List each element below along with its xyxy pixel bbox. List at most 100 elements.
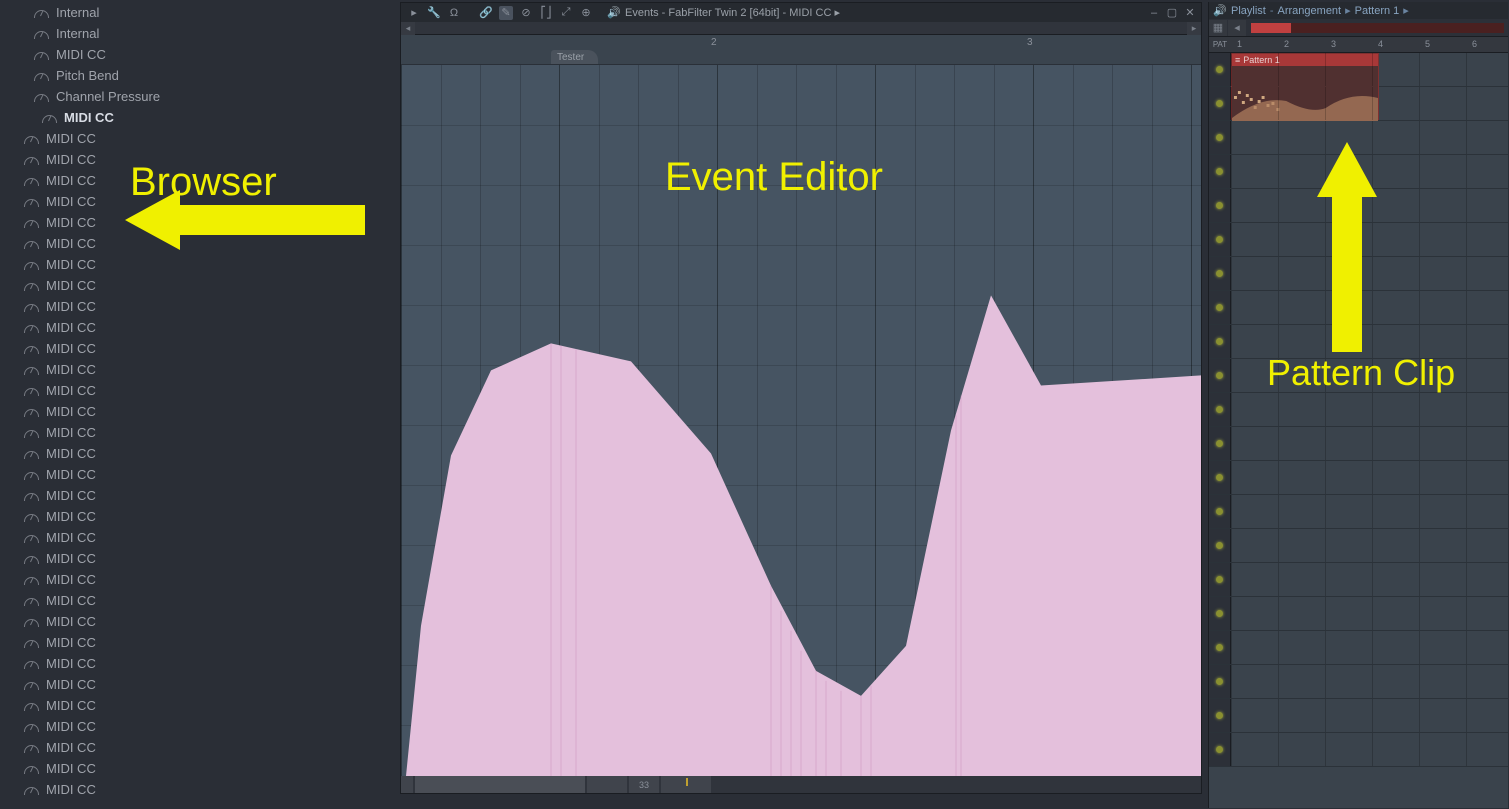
grid-icon[interactable]: ▦ (1209, 20, 1227, 36)
track-mute-button[interactable] (1209, 427, 1231, 460)
playlist-track-row[interactable] (1209, 87, 1508, 121)
browser-item[interactable]: MIDI CC (24, 485, 390, 506)
zoom-fit-icon[interactable]: ⤢ (559, 6, 573, 20)
browser-item[interactable]: MIDI CC (24, 779, 390, 800)
playlist-track-row[interactable] (1209, 223, 1508, 257)
back-icon[interactable]: ◂ (1228, 20, 1246, 36)
track-mute-button[interactable] (1209, 699, 1231, 732)
playlist-track-row[interactable] (1209, 325, 1508, 359)
browser-item[interactable]: Internal (24, 2, 390, 23)
playlist-ruler[interactable]: PAT 1 2 3 4 5 6 (1209, 37, 1508, 53)
track-mute-button[interactable] (1209, 189, 1231, 222)
track-mute-button[interactable] (1209, 223, 1231, 256)
browser-item[interactable]: MIDI CC (24, 233, 390, 254)
playlist-track-row[interactable] (1209, 733, 1508, 767)
playlist-titlebar[interactable]: 🔊 Playlist- Arrangement▸ Pattern 1▸ (1209, 2, 1508, 19)
playlist-tracks[interactable]: ≡Pattern 1 (1209, 53, 1508, 808)
playlist-track-row[interactable] (1209, 121, 1508, 155)
playlist-track-row[interactable] (1209, 155, 1508, 189)
browser-item[interactable]: MIDI CC (24, 191, 390, 212)
browser-item[interactable]: MIDI CC (24, 212, 390, 233)
browser-item[interactable]: MIDI CC (24, 674, 390, 695)
playlist-track-row[interactable] (1209, 529, 1508, 563)
playlist-track-row[interactable] (1209, 189, 1508, 223)
link-icon[interactable]: 🔗 (479, 6, 493, 20)
playlist-track-row[interactable] (1209, 257, 1508, 291)
event-editor-titlebar[interactable]: ▸ 🔧 Ω 🔗 ✎ ⊘ ⎡⎦ ⤢ ⊕ 🔊 Events - FabFilter … (401, 3, 1201, 22)
browser-item[interactable]: MIDI CC (24, 380, 390, 401)
event-hscrollbar[interactable]: ◂ ▸ (401, 22, 1201, 35)
maximize-icon[interactable]: ▢ (1165, 6, 1179, 20)
playlist-track-row[interactable] (1209, 699, 1508, 733)
browser-item[interactable]: MIDI CC (24, 359, 390, 380)
browser-item[interactable]: Internal (24, 23, 390, 44)
browser-item[interactable]: MIDI CC (24, 128, 390, 149)
playlist-track-row[interactable] (1209, 53, 1508, 87)
playlist-track-row[interactable] (1209, 563, 1508, 597)
browser-item[interactable]: MIDI CC (24, 338, 390, 359)
browser-item[interactable]: MIDI CC (24, 506, 390, 527)
wrench-icon[interactable]: 🔧 (427, 6, 441, 20)
minimize-icon[interactable]: – (1147, 6, 1161, 20)
select-icon[interactable]: ⎡⎦ (539, 6, 553, 20)
playlist-minimap[interactable] (1251, 23, 1504, 33)
bpm-display[interactable]: 33 (629, 776, 659, 793)
scroll-right-icon[interactable]: ▸ (1187, 22, 1201, 35)
track-mute-button[interactable] (1209, 155, 1231, 188)
track-mute-button[interactable] (1209, 87, 1231, 120)
playlist-track-row[interactable] (1209, 461, 1508, 495)
playlist-track-row[interactable] (1209, 427, 1508, 461)
playlist-track-row[interactable] (1209, 393, 1508, 427)
browser-item[interactable]: Pitch Bend (24, 65, 390, 86)
event-canvas[interactable] (401, 65, 1201, 776)
browser-item[interactable]: MIDI CC (24, 653, 390, 674)
browser-item[interactable]: MIDI CC (24, 590, 390, 611)
browser-item[interactable]: MIDI CC (24, 443, 390, 464)
track-mute-button[interactable] (1209, 325, 1231, 358)
track-mute-button[interactable] (1209, 359, 1231, 392)
track-mute-button[interactable] (1209, 257, 1231, 290)
browser-item[interactable]: MIDI CC (24, 569, 390, 590)
play-icon[interactable]: ▸ (407, 6, 421, 20)
scroll-left-icon[interactable]: ◂ (401, 22, 415, 35)
browser-item[interactable]: MIDI CC (24, 695, 390, 716)
track-mute-button[interactable] (1209, 461, 1231, 494)
playlist-track-row[interactable] (1209, 597, 1508, 631)
browser-item[interactable]: MIDI CC (24, 548, 390, 569)
track-mute-button[interactable] (1209, 53, 1231, 86)
track-mute-button[interactable] (1209, 121, 1231, 154)
track-mute-button[interactable] (1209, 597, 1231, 630)
browser-item[interactable]: MIDI CC (24, 149, 390, 170)
erase-icon[interactable]: ⊘ (519, 6, 533, 20)
browser-item[interactable]: MIDI CC (24, 254, 390, 275)
browser-item[interactable]: MIDI CC (24, 758, 390, 779)
playlist-track-row[interactable] (1209, 359, 1508, 393)
draw-tool-icon[interactable]: ✎ (499, 6, 513, 20)
playlist-track-row[interactable] (1209, 495, 1508, 529)
browser-item[interactable]: MIDI CC (24, 527, 390, 548)
track-mute-button[interactable] (1209, 631, 1231, 664)
track-mute-button[interactable] (1209, 733, 1231, 766)
browser-item[interactable]: MIDI CC (24, 317, 390, 338)
browser-item[interactable]: MIDI CC (24, 170, 390, 191)
browser-item[interactable]: MIDI CC (24, 44, 390, 65)
track-mute-button[interactable] (1209, 665, 1231, 698)
zoom-icon[interactable]: ⊕ (579, 6, 593, 20)
browser-item[interactable]: MIDI CC (24, 422, 390, 443)
browser-item[interactable]: MIDI CC (24, 464, 390, 485)
browser-item[interactable]: MIDI CC (24, 737, 390, 758)
browser-item[interactable]: Channel Pressure (24, 86, 390, 107)
track-mute-button[interactable] (1209, 529, 1231, 562)
playlist-track-row[interactable] (1209, 631, 1508, 665)
event-ruler[interactable]: 2 3 Tester (401, 35, 1201, 65)
browser-item[interactable]: MIDI CC (24, 611, 390, 632)
magnet-icon[interactable]: Ω (447, 6, 461, 20)
playlist-track-row[interactable] (1209, 291, 1508, 325)
track-mute-button[interactable] (1209, 291, 1231, 324)
browser-item[interactable]: MIDI CC (24, 275, 390, 296)
browser-item[interactable]: MIDI CC (24, 632, 390, 653)
track-mute-button[interactable] (1209, 563, 1231, 596)
browser-item[interactable]: MIDI CC (24, 716, 390, 737)
event-tab[interactable]: Tester (551, 50, 598, 64)
track-mute-button[interactable] (1209, 393, 1231, 426)
